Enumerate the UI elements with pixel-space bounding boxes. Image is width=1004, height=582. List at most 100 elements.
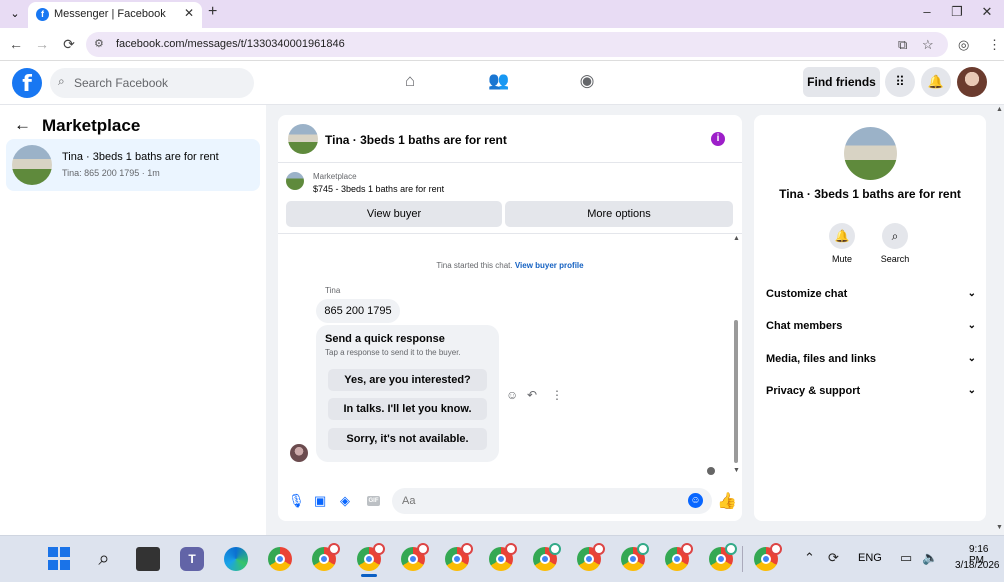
taskbar-separator — [742, 546, 743, 572]
chevron-down-icon: ⌄ — [967, 320, 976, 331]
sync-icon[interactable]: ⟳ — [828, 550, 839, 566]
page-scroll-down-icon[interactable]: ▼ — [996, 524, 1003, 531]
active-app-indicator — [361, 574, 377, 577]
groups-icon[interactable]: ◉ — [575, 71, 599, 91]
back-arrow-icon[interactable]: ← — [14, 115, 31, 135]
scroll-up-icon[interactable]: ▲ — [733, 235, 740, 242]
details-thumbnail — [844, 127, 897, 180]
gif-icon[interactable]: GIF — [367, 496, 380, 506]
scroll-down-icon[interactable]: ▼ — [733, 467, 740, 474]
facebook-search[interactable]: ⌕ Search Facebook — [50, 68, 254, 98]
seen-indicator — [707, 467, 715, 475]
windows-start-icon[interactable] — [48, 547, 72, 571]
emoji-icon[interactable]: ☺ — [688, 493, 703, 508]
more-actions-icon[interactable]: ⋮ — [551, 388, 563, 402]
mute-button[interactable]: 🔔 Mute — [812, 223, 872, 264]
edge-icon[interactable] — [224, 547, 248, 571]
account-avatar[interactable] — [957, 67, 987, 97]
find-friends-button[interactable]: Find friends — [803, 67, 880, 97]
chat-started-text: Tina started this chat. — [436, 261, 513, 270]
browser-tab[interactable]: f Messenger | Facebook ✕ — [28, 2, 202, 28]
forward-icon[interactable]: → — [33, 36, 51, 52]
home-icon[interactable]: ⌂ — [398, 71, 422, 91]
more-options-button[interactable]: More options — [505, 201, 733, 227]
chat-header: Tina · 3beds 1 baths are for rent i — [278, 115, 742, 163]
chrome-icon[interactable] — [268, 547, 292, 571]
chrome-profile-icon[interactable] — [665, 543, 693, 571]
page-scroll-up-icon[interactable]: ▲ — [996, 106, 1003, 113]
browser-menu-icon[interactable]: ⋮ — [988, 37, 1001, 53]
quick-response-option[interactable]: In talks. I'll let you know. — [328, 398, 487, 420]
chat-title[interactable]: Tina · 3beds 1 baths are for rent — [325, 133, 507, 147]
site-info-icon[interactable]: ⚙ — [94, 37, 104, 50]
install-app-icon[interactable]: ⧉ — [898, 37, 907, 53]
quick-response-option[interactable]: Yes, are you interested? — [328, 369, 487, 391]
privacy-support-section[interactable]: Privacy & support ⌄ — [766, 385, 976, 407]
message-input[interactable] — [402, 488, 682, 514]
quick-response-card: Send a quick response Tap a response to … — [316, 325, 499, 462]
chat-thumbnail[interactable] — [288, 124, 318, 154]
section-label: Customize chat — [766, 288, 848, 300]
back-icon[interactable]: ← — [7, 36, 25, 52]
chrome-profile-icon[interactable] — [312, 543, 340, 571]
volume-icon[interactable]: 🔈 — [922, 550, 938, 566]
chat-members-section[interactable]: Chat members ⌄ — [766, 320, 976, 342]
chrome-profile-icon[interactable] — [489, 543, 517, 571]
section-label: Privacy & support — [766, 385, 861, 397]
display-icon[interactable]: ▭ — [900, 550, 912, 566]
menu-grid-icon[interactable]: ⠿ — [885, 67, 915, 97]
bookmark-star-icon[interactable]: ☆ — [922, 37, 934, 53]
restore-icon[interactable]: ❐ — [946, 4, 968, 20]
chrome-profile-icon[interactable] — [621, 543, 649, 571]
chrome-profile-icon[interactable] — [401, 543, 429, 571]
magnifier-icon: ⌕ — [882, 223, 908, 249]
media-files-links-section[interactable]: Media, files and links ⌄ — [766, 353, 976, 375]
taskbar: ⌕ T ⌃ ⟳ ENG ▭ 🔈 9:16 PM 3/18/2026 — [0, 535, 1004, 582]
message-composer[interactable]: ☺ — [392, 488, 712, 514]
thumbs-up-icon[interactable]: 👍 — [717, 491, 737, 511]
reply-icon[interactable]: ↶ — [527, 388, 537, 402]
new-tab-icon[interactable]: + — [208, 3, 217, 21]
show-hidden-icons-icon[interactable]: ⌃ — [804, 550, 815, 566]
sender-avatar[interactable] — [290, 444, 308, 462]
chrome-profile-icon[interactable] — [577, 543, 605, 571]
tab-close-icon[interactable]: ✕ — [184, 6, 194, 20]
customize-chat-section[interactable]: Customize chat ⌄ — [766, 288, 976, 310]
quick-response-option[interactable]: Sorry, it's not available. — [328, 428, 487, 450]
view-buyer-button[interactable]: View buyer — [286, 201, 502, 227]
teams-icon[interactable]: T — [180, 547, 204, 571]
info-icon[interactable]: i — [711, 132, 725, 146]
task-view-icon[interactable] — [136, 547, 160, 571]
reload-icon[interactable]: ⟳ — [60, 36, 78, 53]
react-icon[interactable]: ☺ — [506, 388, 518, 402]
message-bubble[interactable]: 865 200 1795 — [316, 299, 400, 323]
chrome-profile-icon[interactable] — [445, 543, 473, 571]
notifications-icon[interactable]: 🔔 — [921, 67, 951, 97]
chat-started-notice: Tina started this chat. View buyer profi… — [278, 261, 742, 270]
tab-search-chevron-icon[interactable]: ⌄ — [6, 5, 24, 23]
view-buyer-profile-link[interactable]: View buyer profile — [515, 261, 584, 270]
clock-date[interactable]: 3/18/2026 — [955, 560, 1000, 571]
chrome-profile-icon[interactable] — [357, 543, 385, 571]
friends-icon[interactable]: 👥 — [487, 71, 511, 91]
window-close-icon[interactable]: ✕ — [976, 4, 998, 20]
marketplace-listing-row[interactable]: Marketplace $745 - 3beds 1 baths are for… — [278, 163, 742, 197]
taskbar-search-icon[interactable]: ⌕ — [92, 547, 116, 571]
chrome-profile-icon[interactable] — [754, 543, 782, 571]
bell-icon: 🔔 — [829, 223, 855, 249]
sticker-icon[interactable]: ◈ — [340, 493, 350, 509]
chrome-profile-icon[interactable] — [533, 543, 561, 571]
marketplace-sidebar: ← Marketplace Tina · 3beds 1 baths are f… — [0, 105, 266, 535]
microphone-icon[interactable]: 🎙 — [288, 493, 305, 509]
facebook-logo-icon[interactable]: f — [12, 68, 42, 98]
minimize-icon[interactable]: – — [916, 4, 938, 19]
profile-icon[interactable]: ◎ — [958, 37, 969, 53]
search-chat-button[interactable]: ⌕ Search — [865, 223, 925, 264]
url-field[interactable]: ⚙ facebook.com/messages/t/13303400019618… — [86, 32, 948, 57]
chevron-down-icon: ⌄ — [967, 288, 976, 299]
chrome-profile-icon[interactable] — [709, 543, 737, 571]
conversation-item[interactable]: Tina · 3beds 1 baths are for rent Tina: … — [6, 139, 260, 191]
scrollbar-thumb[interactable] — [734, 320, 738, 463]
photo-icon[interactable]: ▣ — [314, 493, 326, 509]
language-indicator[interactable]: ENG — [858, 552, 882, 564]
